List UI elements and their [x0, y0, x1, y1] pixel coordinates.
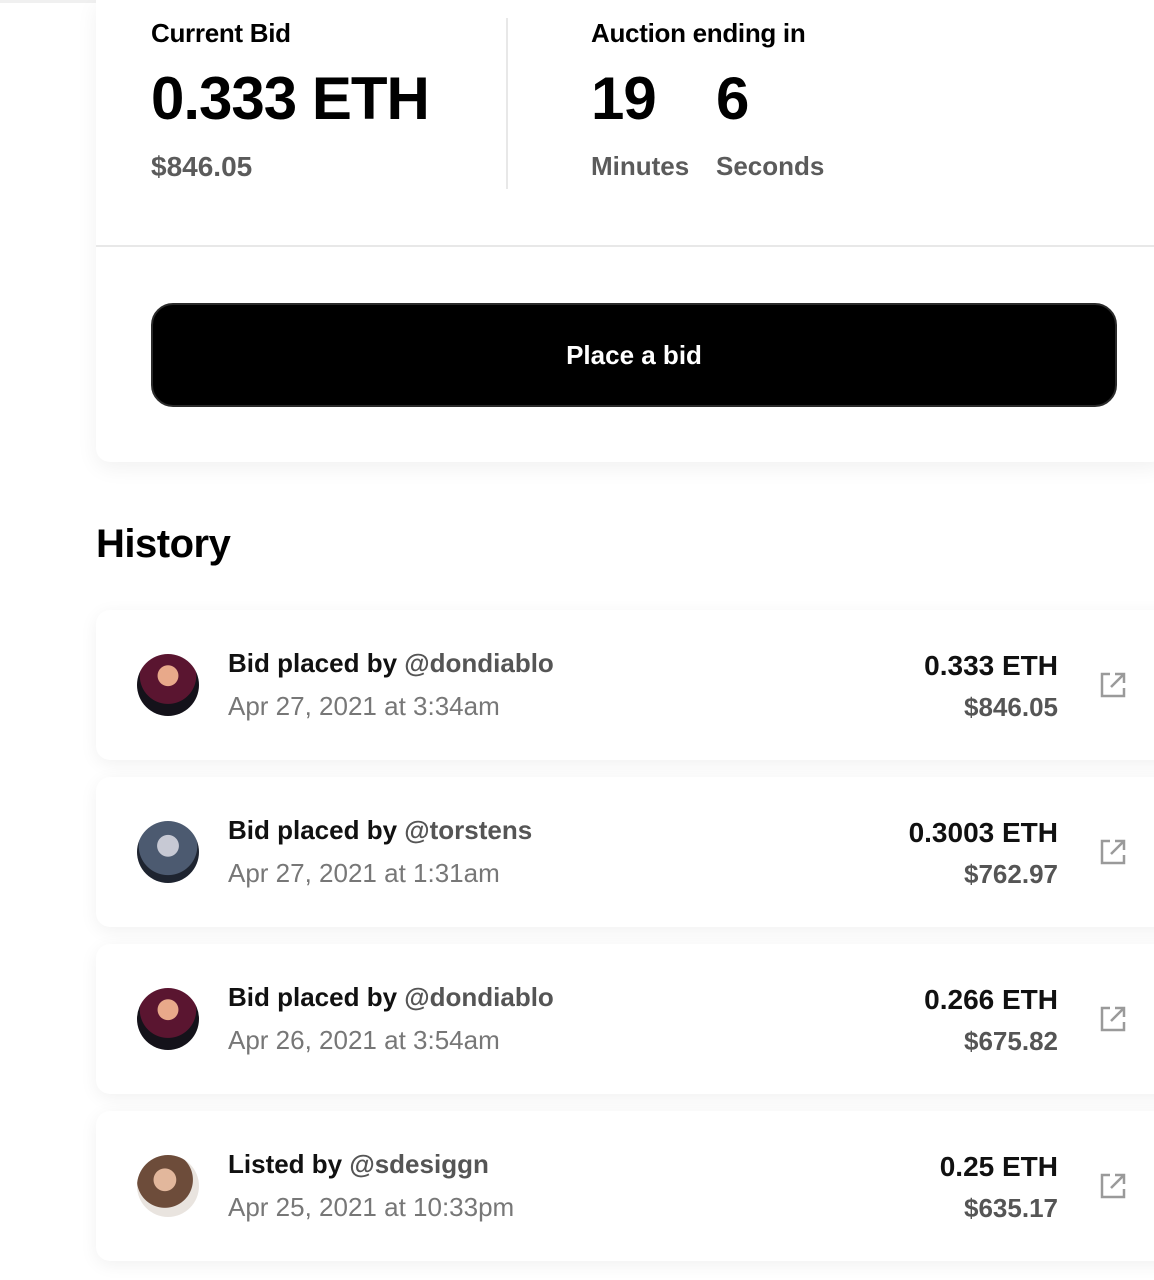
event-eth: 0.333 ETH [924, 650, 1058, 681]
history-list: Bid placed by @dondiablo Apr 27, 2021 at… [96, 610, 1154, 1278]
seconds-unit: 6 Seconds [716, 69, 824, 182]
history-event: Bid placed by @torstens [228, 815, 532, 846]
seconds-value: 6 [716, 65, 749, 132]
minutes-label: Minutes [591, 151, 690, 181]
event-usd: $675.82 [964, 1026, 1058, 1056]
event-eth: 0.25 ETH [939, 1151, 1058, 1182]
vertical-divider [506, 18, 508, 189]
history-event: Bid placed by @dondiablo [228, 648, 554, 679]
external-link-icon[interactable] [1098, 670, 1128, 700]
current-bid-block: Current Bid 0.333 ETH $846.05 [151, 18, 430, 183]
event-prefix: Bid placed by [228, 815, 405, 845]
event-prefix: Bid placed by [228, 648, 405, 678]
history-row: Bid placed by @dondiablo Apr 26, 2021 at… [96, 944, 1154, 1094]
history-event: Bid placed by @dondiablo [228, 982, 554, 1013]
place-bid-button[interactable]: Place a bid [151, 303, 1117, 407]
minutes-unit: 19 Minutes [591, 69, 716, 182]
minutes-value: 19 [591, 65, 657, 132]
event-date: Apr 26, 2021 at 3:54am [228, 1025, 500, 1055]
external-link-icon[interactable] [1098, 837, 1128, 867]
user-avatar[interactable] [137, 654, 199, 716]
current-bid-eth: 0.333 ETH [151, 65, 430, 132]
history-title: History [96, 522, 231, 566]
user-handle-link[interactable]: @torstens [404, 815, 532, 845]
history-row: Bid placed by @dondiablo Apr 27, 2021 at… [96, 610, 1154, 760]
current-bid-label: Current Bid [151, 18, 291, 48]
event-usd: $846.05 [964, 692, 1058, 722]
auction-card: Current Bid 0.333 ETH $846.05 Auction en… [96, 0, 1154, 462]
external-link-icon[interactable] [1098, 1004, 1128, 1034]
event-prefix: Listed by [228, 1149, 350, 1179]
user-avatar[interactable] [137, 988, 199, 1050]
auction-countdown: Auction ending in 19 Minutes 6 Seconds [591, 18, 824, 182]
history-row: Listed by @sdesiggn Apr 25, 2021 at 10:3… [96, 1111, 1154, 1261]
event-prefix: Bid placed by [228, 982, 405, 1012]
history-event: Listed by @sdesiggn [228, 1149, 514, 1180]
user-handle-link[interactable]: @sdesiggn [349, 1149, 488, 1179]
event-usd: $635.17 [964, 1193, 1058, 1223]
event-eth: 0.3003 ETH [908, 817, 1058, 848]
auction-label: Auction ending in [591, 18, 806, 48]
event-date: Apr 27, 2021 at 3:34am [228, 691, 500, 721]
history-row: Bid placed by @torstens Apr 27, 2021 at … [96, 777, 1154, 927]
user-handle-link[interactable]: @dondiablo [404, 982, 554, 1012]
event-date: Apr 27, 2021 at 1:31am [228, 858, 500, 888]
seconds-label: Seconds [716, 151, 825, 181]
user-handle-link[interactable]: @dondiablo [404, 648, 554, 678]
event-usd: $762.97 [964, 859, 1058, 889]
user-avatar[interactable] [137, 1155, 199, 1217]
external-link-icon[interactable] [1098, 1171, 1128, 1201]
current-bid-usd: $846.05 [151, 151, 253, 182]
event-eth: 0.266 ETH [924, 984, 1058, 1015]
event-date: Apr 25, 2021 at 10:33pm [228, 1192, 515, 1222]
user-avatar[interactable] [137, 821, 199, 883]
horizontal-divider [96, 245, 1154, 247]
